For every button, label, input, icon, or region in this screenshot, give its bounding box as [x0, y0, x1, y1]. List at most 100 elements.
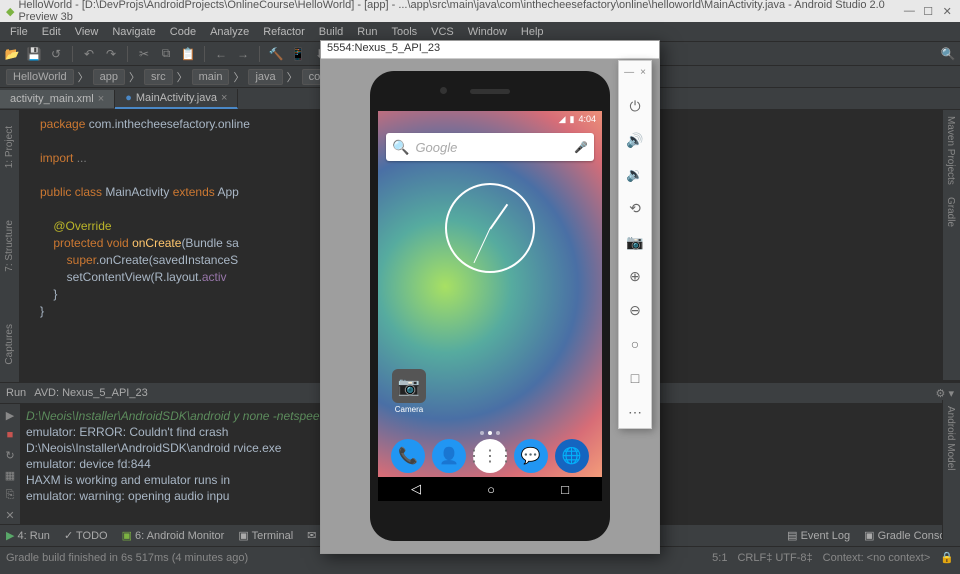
menu-run[interactable]: Run [351, 24, 383, 40]
tab-eventlog[interactable]: ▤ Event Log [787, 529, 850, 542]
run-config-name: AVD: Nexus_5_API_23 [34, 387, 148, 399]
restart-icon[interactable]: ↻ [3, 448, 17, 462]
menu-navigate[interactable]: Navigate [106, 24, 161, 40]
google-search-widget[interactable]: 🔍 Google 🎤 [386, 133, 594, 161]
close-tab-icon[interactable]: × [98, 93, 104, 105]
rerun-icon[interactable]: ▶ [3, 408, 17, 422]
camera-app-label: Camera [392, 405, 426, 414]
emu-close-icon[interactable]: × [640, 67, 646, 78]
menu-window[interactable]: Window [462, 24, 513, 40]
menu-file[interactable]: File [4, 24, 34, 40]
undo-icon[interactable]: ↶ [81, 46, 97, 62]
emulator-body: ◢ ▮ 4:04 🔍 Google 🎤 📷 Camera 📞 👤 [321, 59, 659, 553]
close-tab-icon[interactable]: × [221, 92, 227, 104]
close-run-icon[interactable]: ✕ [3, 508, 17, 522]
circle-icon[interactable]: ○ [625, 334, 645, 354]
avd-icon[interactable]: 📱 [290, 46, 306, 62]
menu-refactor[interactable]: Refactor [257, 24, 311, 40]
emulator-window[interactable]: 5554:Nexus_5_API_23 ◢ ▮ 4:04 🔍 Google 🎤 … [320, 40, 660, 554]
pin-icon[interactable]: ⎘ [3, 488, 17, 502]
menu-analyze[interactable]: Analyze [204, 24, 255, 40]
menu-code[interactable]: Code [164, 24, 202, 40]
menu-tools[interactable]: Tools [385, 24, 423, 40]
tool-structure[interactable]: 7: Structure [2, 214, 17, 278]
back-icon[interactable]: ← [213, 46, 229, 62]
crumb-app[interactable]: app [93, 69, 125, 85]
tab-run[interactable]: ▶ 4: Run [6, 529, 50, 542]
run-panel-label: Run [6, 387, 26, 399]
caret-position: 5:1 [712, 552, 727, 564]
back-key[interactable]: ◁ [411, 481, 421, 497]
menu-edit[interactable]: Edit [36, 24, 67, 40]
close-icon[interactable]: ✕ [943, 5, 954, 17]
tool-android-model[interactable]: Android Model [943, 400, 958, 476]
messages-app-icon[interactable]: 💬 [514, 439, 548, 473]
home-key[interactable]: ○ [487, 482, 495, 497]
layout-icon[interactable]: ▦ [3, 468, 17, 482]
rotate-icon[interactable]: ⟲ [625, 198, 645, 218]
crumb-main[interactable]: main [192, 69, 230, 85]
contacts-app-icon[interactable]: 👤 [432, 439, 466, 473]
save-icon[interactable]: 💾 [26, 46, 42, 62]
phone-app-icon[interactable]: 📞 [391, 439, 425, 473]
volume-down-icon[interactable]: 🔉 [625, 164, 645, 184]
as-logo-icon: ◆ [6, 5, 14, 18]
more-icon[interactable]: ⋯ [625, 402, 645, 422]
square-icon[interactable]: □ [625, 368, 645, 388]
tool-gradle[interactable]: Gradle [943, 191, 958, 233]
tool-maven[interactable]: Maven Projects [943, 110, 958, 191]
analog-clock-widget[interactable] [445, 183, 535, 273]
minimize-icon[interactable]: — [904, 5, 915, 17]
search-placeholder: Google [415, 140, 457, 155]
mic-icon[interactable]: 🎤 [574, 141, 588, 154]
lock-icon[interactable]: 🔒 [940, 551, 954, 564]
tool-project[interactable]: 1: Project [2, 120, 17, 174]
redo-icon[interactable]: ↷ [103, 46, 119, 62]
tool-captures[interactable]: Captures [2, 318, 17, 371]
tab-activity-main[interactable]: activity_main.xml × [0, 90, 115, 108]
paste-icon[interactable]: 📋 [180, 46, 196, 62]
zoom-out-icon[interactable]: ⊖ [625, 300, 645, 320]
search-icon: 🔍 [392, 139, 409, 156]
tab-gradle-console[interactable]: ▣ Gradle Console [864, 529, 954, 542]
stop-run-icon[interactable]: ■ [3, 428, 17, 442]
emulator-toolbar: — × ⏻ 🔊 🔉 ⟲ 📷 ⊕ ⊖ ○ □ ⋯ [618, 60, 652, 429]
copy-icon[interactable]: ⧉ [158, 46, 174, 62]
browser-app-icon[interactable]: 🌐 [555, 439, 589, 473]
menu-vcs[interactable]: VCS [425, 24, 460, 40]
crumb-java[interactable]: java [248, 69, 282, 85]
maximize-icon[interactable]: ☐ [923, 5, 934, 17]
menu-view[interactable]: View [69, 24, 105, 40]
tab-mainactivity[interactable]: ●MainActivity.java × [115, 89, 238, 109]
app-dock: 📞 👤 ⋮⋮⋮ 💬 🌐 [378, 439, 602, 473]
camera-icon[interactable]: 📷 [625, 232, 645, 252]
crumb-project[interactable]: HelloWorld [6, 69, 74, 85]
search-icon[interactable]: 🔍 [940, 46, 956, 62]
open-icon[interactable]: 📂 [4, 46, 20, 62]
volume-up-icon[interactable]: 🔊 [625, 130, 645, 150]
window-titlebar: ◆ HelloWorld - [D:\DevProjs\AndroidProje… [0, 0, 960, 22]
sync-icon[interactable]: ↺ [48, 46, 64, 62]
zoom-in-icon[interactable]: ⊕ [625, 266, 645, 286]
crumb-src[interactable]: src [144, 69, 173, 85]
left-tool-gutter: 1: Project 7: Structure Captures [0, 110, 20, 382]
forward-icon[interactable]: → [235, 46, 251, 62]
tab-monitor[interactable]: ▣ 6: Android Monitor [122, 529, 225, 542]
clock-time: 4:04 [578, 114, 596, 124]
gear-icon[interactable]: ⚙ ▾ [936, 387, 954, 400]
android-nav-bar: ◁ ○ □ [378, 477, 602, 501]
device-screen[interactable]: ◢ ▮ 4:04 🔍 Google 🎤 📷 Camera 📞 👤 [378, 111, 602, 501]
tab-todo[interactable]: ✓ TODO [64, 529, 108, 542]
camera-app-icon: 📷 [392, 369, 426, 403]
emu-minimize-icon[interactable]: — [624, 67, 634, 78]
menu-build[interactable]: Build [313, 24, 349, 40]
cut-icon[interactable]: ✂ [136, 46, 152, 62]
right-tool-gutter: Maven Projects Gradle [942, 110, 960, 380]
recent-key[interactable]: □ [561, 482, 569, 497]
camera-app[interactable]: 📷 Camera [392, 369, 426, 414]
power-icon[interactable]: ⏻ [625, 96, 645, 116]
build-icon[interactable]: 🔨 [268, 46, 284, 62]
apps-drawer-icon[interactable]: ⋮⋮⋮ [473, 439, 507, 473]
menu-help[interactable]: Help [515, 24, 550, 40]
tab-terminal[interactable]: ▣ Terminal [238, 529, 293, 542]
